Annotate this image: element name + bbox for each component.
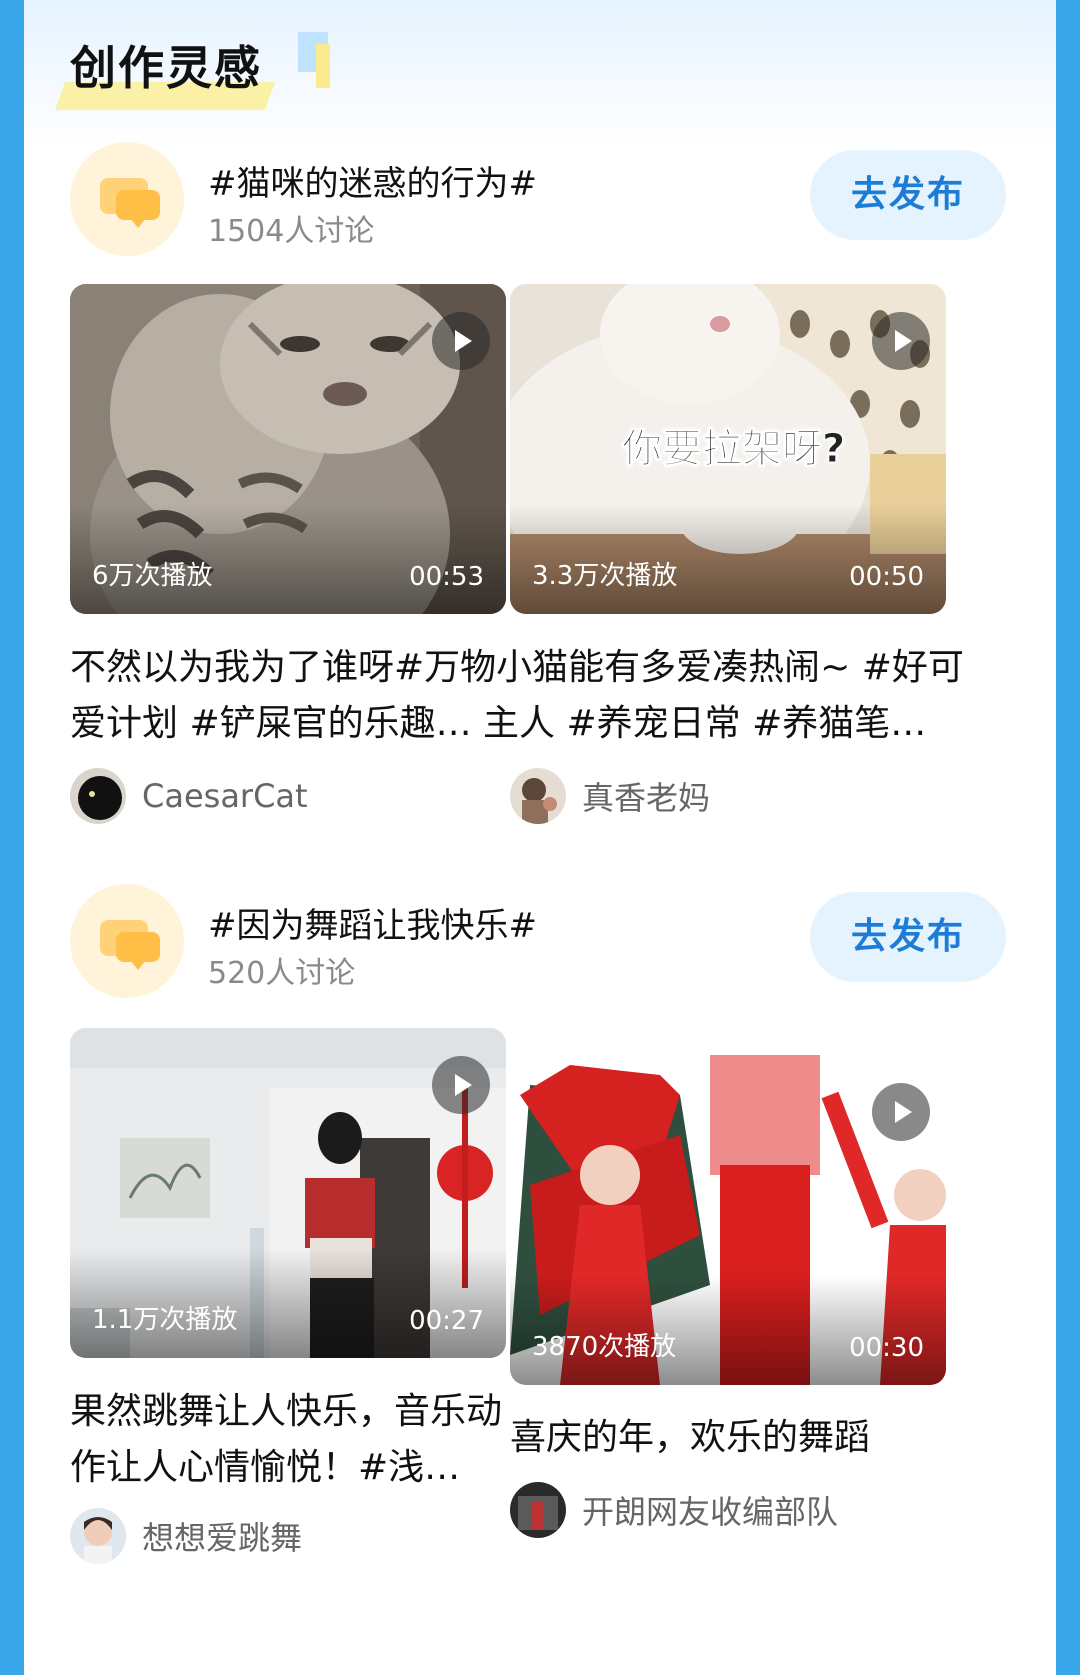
topic-discussion-count: 1504人讨论	[208, 214, 375, 249]
video-author[interactable]: 想想爱跳舞	[70, 1508, 302, 1564]
video-author[interactable]: CaesarCat	[70, 768, 308, 824]
video-duration: 00:53	[409, 562, 484, 592]
author-name: 真香老妈	[582, 779, 711, 817]
video-description[interactable]: 果然跳舞让人快乐，音乐动作让人心情愉悦！#浅…	[70, 1384, 510, 1496]
avatar[interactable]	[510, 768, 566, 824]
video-card[interactable]: 1.1万次播放 00:27	[70, 1028, 506, 1358]
play-icon[interactable]	[432, 1056, 490, 1114]
section-title: 创作灵感	[54, 32, 330, 110]
author-name: CaesarCat	[142, 777, 308, 815]
view-count: 3870次播放	[532, 1332, 677, 1362]
avatar[interactable]	[70, 768, 126, 824]
video-description[interactable]: 喜庆的年，欢乐的舞蹈	[510, 1410, 950, 1466]
topic-discussion-count: 520人讨论	[208, 956, 356, 991]
view-count: 6万次播放	[92, 561, 213, 591]
video-author[interactable]: 真香老妈	[510, 768, 710, 824]
author-name: 开朗网友收编部队	[582, 1493, 839, 1531]
view-count: 1.1万次播放	[92, 1305, 238, 1335]
video-author[interactable]: 开朗网友收编部队	[510, 1482, 838, 1538]
video-card[interactable]: 3870次播放 00:30	[510, 1055, 946, 1385]
video-card[interactable]: 你要拉架呀? 3.3万次播放 00:50	[510, 284, 946, 614]
video-duration: 00:27	[409, 1306, 484, 1336]
publish-button[interactable]: 去发布	[810, 892, 1006, 982]
view-count: 3.3万次播放	[532, 561, 678, 591]
avatar[interactable]	[510, 1482, 566, 1538]
video-card[interactable]: 6万次播放 00:53	[70, 284, 506, 614]
author-name: 想想爱跳舞	[142, 1519, 303, 1557]
topic-chat-icon	[70, 884, 184, 998]
publish-button[interactable]: 去发布	[810, 150, 1006, 240]
video-duration: 00:50	[849, 562, 924, 592]
avatar[interactable]	[70, 1508, 126, 1564]
title-corner-decoration-2	[316, 44, 330, 88]
topic-title[interactable]: #猫咪的迷惑的行为#	[208, 156, 537, 205]
play-icon[interactable]	[872, 1083, 930, 1141]
video-duration: 00:30	[849, 1333, 924, 1363]
video-description[interactable]: 不然以为我为了谁呀#万物小猫能有多爱凑热闹~ #好可爱计划 #铲屎官的乐趣… 主…	[70, 640, 970, 752]
topic-chat-icon	[70, 142, 184, 256]
play-icon[interactable]	[432, 312, 490, 370]
video-overlay-caption: 你要拉架呀?	[621, 426, 846, 473]
topic-title[interactable]: #因为舞蹈让我快乐#	[208, 898, 537, 947]
play-icon[interactable]	[872, 312, 930, 370]
inspiration-panel: 创作灵感 #猫咪的迷惑的行为# 1504人讨论 去发布 6万次播放 00:53	[24, 0, 1056, 1675]
